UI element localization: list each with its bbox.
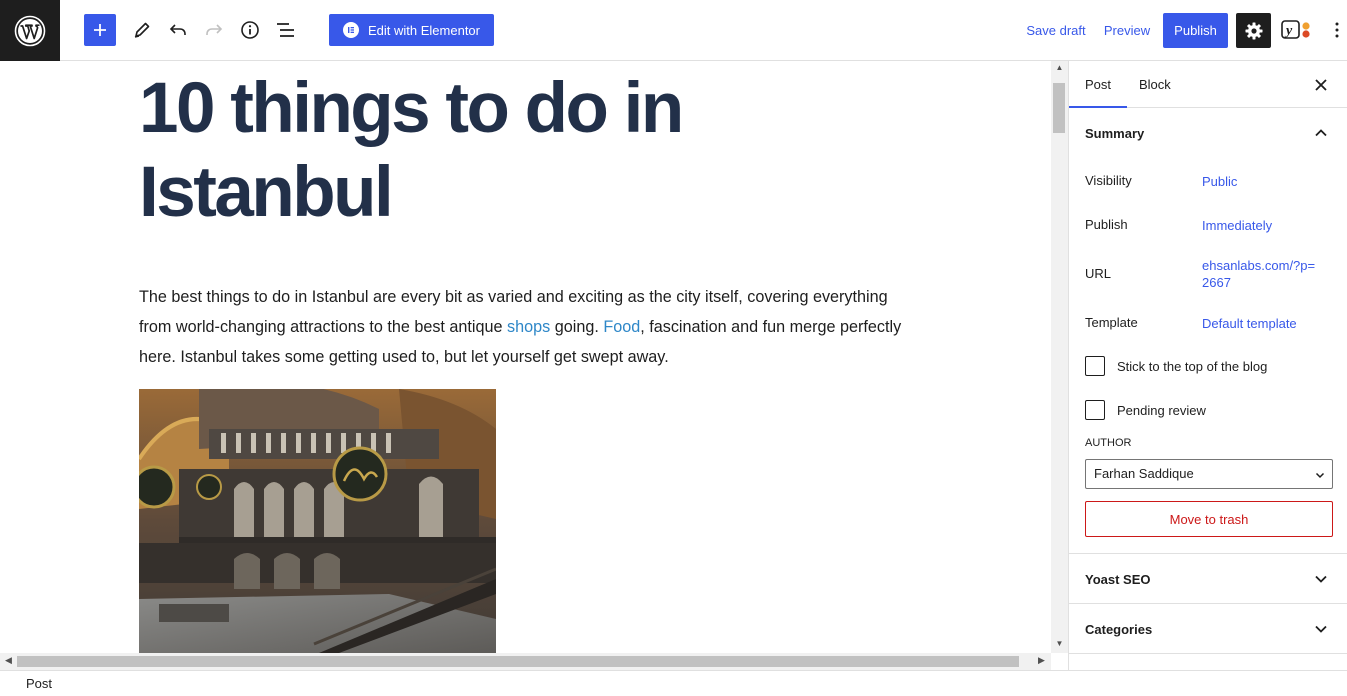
template-label: Template <box>1085 315 1138 330</box>
summary-panel-toggle[interactable]: Summary <box>1069 108 1347 158</box>
settings-sidebar: Post Block Summary Visibility Public Pub… <box>1068 61 1347 670</box>
scroll-up-arrow-icon[interactable]: ▲ <box>1051 63 1068 72</box>
elementor-label: Edit with Elementor <box>368 22 480 38</box>
block-breadcrumb[interactable]: Post <box>26 676 52 691</box>
post-image-hagia-sophia[interactable] <box>139 389 496 653</box>
post-title[interactable]: 10 things to do in Istanbul <box>139 67 839 235</box>
editor-footer: Post <box>0 670 1347 696</box>
publish-date-toggle[interactable]: Immediately <box>1202 217 1322 234</box>
undo-icon <box>169 24 186 35</box>
editor-canvas[interactable]: 10 things to do in Istanbul The best thi… <box>0 61 1051 653</box>
settings-button[interactable] <box>1236 13 1271 48</box>
template-toggle[interactable]: Default template <box>1202 315 1322 332</box>
chevron-down-icon <box>1315 472 1325 479</box>
panel-divider <box>1069 653 1347 654</box>
pending-review-checkbox[interactable] <box>1085 400 1105 420</box>
undo-button[interactable] <box>164 14 192 46</box>
publish-date-label: Publish <box>1085 217 1128 232</box>
info-icon <box>241 21 259 39</box>
visibility-label: Visibility <box>1085 173 1132 188</box>
sticky-label[interactable]: Stick to the top of the blog <box>1117 359 1267 374</box>
list-view-button[interactable] <box>272 14 300 46</box>
yoast-seo-panel-toggle[interactable]: Yoast SEO <box>1069 554 1347 604</box>
scroll-down-arrow-icon[interactable]: ▼ <box>1051 639 1068 648</box>
sidebar-tabs: Post Block <box>1069 61 1347 108</box>
scroll-right-arrow-icon[interactable]: ▶ <box>1038 655 1045 666</box>
canvas-vertical-scrollbar[interactable]: ▲ ▼ <box>1051 61 1068 653</box>
chevron-down-icon <box>1315 575 1327 583</box>
author-selected-value: Farhan Saddique <box>1094 466 1194 481</box>
tools-button[interactable] <box>128 14 156 46</box>
more-vertical-icon <box>1335 22 1339 38</box>
horizontal-scroll-thumb[interactable] <box>17 656 1019 667</box>
author-label: AUTHOR <box>1085 437 1132 449</box>
url-label: URL <box>1085 266 1112 281</box>
close-sidebar-button[interactable] <box>1309 73 1333 97</box>
editor-header: Edit with Elementor Save draft Preview P… <box>0 0 1347 61</box>
summary-panel-title: Summary <box>1085 125 1145 141</box>
list-view-icon <box>277 23 294 37</box>
options-button[interactable] <box>1328 14 1346 46</box>
sticky-checkbox[interactable] <box>1085 356 1105 376</box>
tab-post[interactable]: Post <box>1069 61 1127 108</box>
edit-with-elementor-button[interactable]: Edit with Elementor <box>329 14 494 46</box>
add-block-button[interactable] <box>84 14 116 46</box>
pencil-icon <box>134 22 150 38</box>
vertical-scroll-thumb[interactable] <box>1053 83 1065 133</box>
close-icon <box>1315 79 1327 91</box>
pending-review-label[interactable]: Pending review <box>1117 403 1206 418</box>
gear-icon <box>1245 22 1262 39</box>
redo-button[interactable] <box>200 14 228 46</box>
tab-block[interactable]: Block <box>1123 61 1187 108</box>
post-paragraph[interactable]: The best things to do in Istanbul are ev… <box>139 282 919 372</box>
details-button[interactable] <box>236 14 264 46</box>
yoast-letter: y <box>1284 24 1293 39</box>
yoast-seo-panel-title: Yoast SEO <box>1085 571 1151 587</box>
redo-icon <box>206 24 223 35</box>
chevron-up-icon <box>1315 129 1327 137</box>
categories-panel-title: Categories <box>1085 621 1153 637</box>
preview-button[interactable]: Preview <box>1100 14 1154 46</box>
publish-button[interactable]: Publish <box>1163 13 1228 48</box>
categories-panel-toggle[interactable]: Categories <box>1069 604 1347 654</box>
yoast-seo-button[interactable]: y <box>1280 14 1312 46</box>
author-select[interactable]: Farhan Saddique <box>1085 459 1333 489</box>
move-to-trash-button[interactable]: Move to trash <box>1085 501 1333 537</box>
plus-icon <box>94 24 106 36</box>
food-link[interactable]: Food <box>603 318 640 336</box>
yoast-logo-icon: y <box>1281 20 1310 39</box>
url-toggle[interactable]: ehsanlabs.com/?p=2667 <box>1202 257 1322 291</box>
scroll-left-arrow-icon[interactable]: ◀ <box>5 655 12 666</box>
paragraph-text-middle: going. <box>550 318 604 336</box>
canvas-horizontal-scrollbar[interactable]: ◀ ▶ <box>0 653 1051 670</box>
shops-link[interactable]: shops <box>507 318 550 336</box>
wordpress-logo-icon[interactable] <box>0 0 60 61</box>
elementor-icon <box>343 22 359 38</box>
chevron-down-icon <box>1315 625 1327 633</box>
save-draft-button[interactable]: Save draft <box>1022 14 1090 46</box>
visibility-toggle[interactable]: Public <box>1202 173 1322 190</box>
